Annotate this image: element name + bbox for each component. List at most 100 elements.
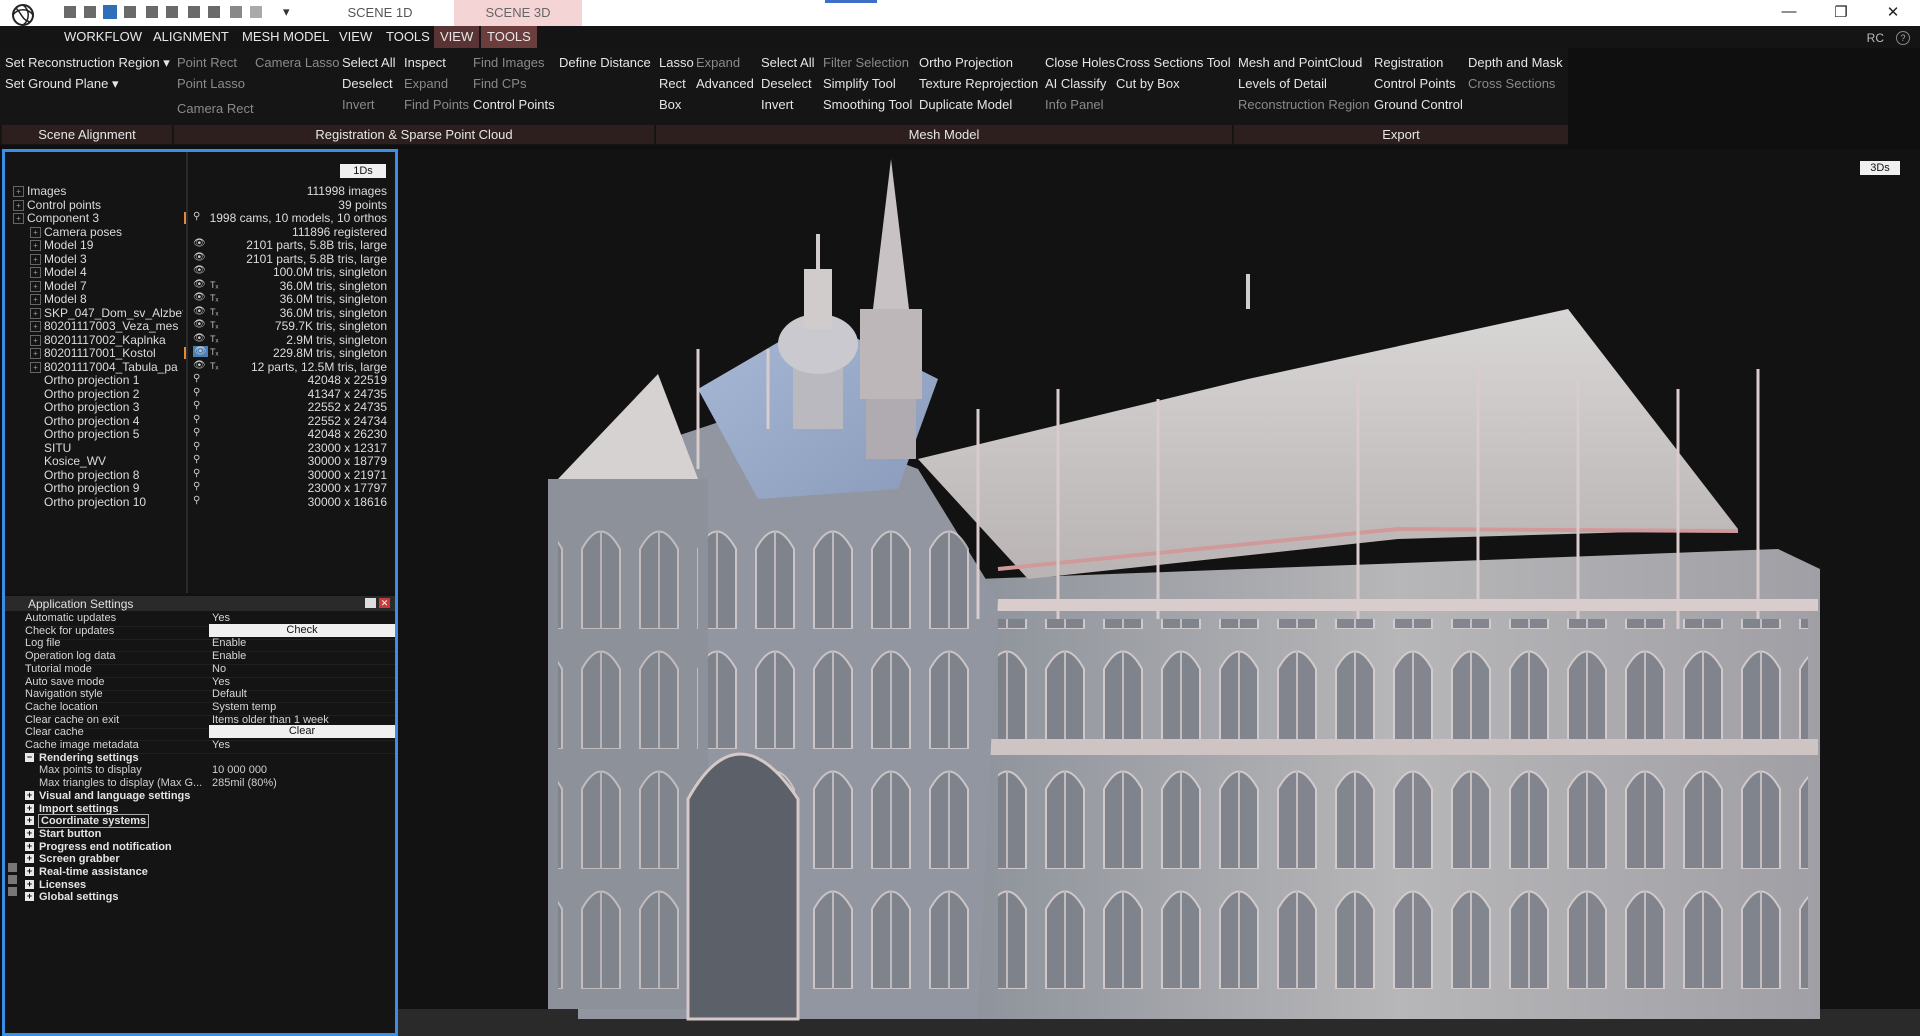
pin-icon[interactable]: ⚲: [193, 481, 200, 492]
mesh-and-pointcloud-button[interactable]: Mesh and PointCloud: [1238, 55, 1362, 70]
expand-button[interactable]: Expand: [404, 76, 448, 91]
menu-tools-contextual[interactable]: TOOLS: [481, 26, 537, 48]
camera-rect-button[interactable]: Camera Rect: [177, 101, 254, 116]
expand-icon[interactable]: +: [25, 828, 34, 838]
levels-of-detail-button[interactable]: Levels of Detail: [1238, 76, 1327, 91]
expand-toggle-icon[interactable]: +: [13, 213, 24, 224]
deselect-button[interactable]: Deselect: [342, 76, 393, 91]
setting-value[interactable]: Default: [212, 688, 247, 700]
expand-icon[interactable]: +: [25, 854, 34, 864]
ortho-projection-button[interactable]: Ortho Projection: [919, 55, 1013, 70]
reconstruction-region-button[interactable]: Reconstruction Region: [1238, 97, 1370, 112]
setting-action-button[interactable]: Check: [209, 623, 395, 637]
menu-workflow[interactable]: WORKFLOW: [64, 29, 142, 44]
app-logo-icon[interactable]: [8, 2, 38, 28]
setting-value[interactable]: System temp: [212, 701, 276, 713]
expand-toggle-icon[interactable]: +: [13, 186, 24, 197]
expand-toggle-icon[interactable]: +: [30, 307, 41, 319]
pin-icon[interactable]: ⚲: [193, 400, 200, 411]
camera-lasso-button[interactable]: Camera Lasso: [255, 55, 340, 70]
find-points-button[interactable]: Find Points: [404, 97, 469, 112]
advanced-button[interactable]: Advanced: [696, 76, 754, 91]
setting-value[interactable]: Yes: [212, 739, 230, 751]
maximize-button[interactable]: ❐: [1816, 3, 1866, 21]
expand-toggle-icon[interactable]: +: [30, 361, 41, 373]
setting-value[interactable]: 285mil (80%): [212, 777, 277, 789]
quick-access-dropdown[interactable]: ▾: [283, 4, 290, 20]
layout-6-icon[interactable]: [166, 6, 178, 18]
expand-icon[interactable]: +: [25, 892, 34, 902]
tab-scene-1d[interactable]: SCENE 1D: [306, 0, 454, 26]
set-ground-plane-button[interactable]: Set Ground Plane ▾: [5, 76, 119, 92]
simplify-tool-button[interactable]: Simplify Tool: [823, 76, 896, 91]
pin-icon[interactable]: ⚲: [193, 495, 200, 506]
expand-icon[interactable]: +: [25, 841, 34, 851]
expand-toggle-icon[interactable]: +: [30, 321, 41, 332]
tab-1ds[interactable]: 1Ds: [340, 164, 386, 178]
menu-mesh-model[interactable]: MESH MODEL: [242, 29, 329, 44]
pin-icon[interactable]: ⚲: [193, 441, 200, 452]
expand-toggle-icon[interactable]: +: [30, 240, 41, 251]
layout-7-icon[interactable]: [188, 6, 200, 18]
find-cps-button[interactable]: Find CPs: [473, 76, 526, 91]
minimize-button[interactable]: —: [1764, 3, 1814, 20]
cross-sections-button[interactable]: Cross Sections: [1468, 76, 1555, 91]
expand-icon[interactable]: +: [25, 803, 34, 813]
ai-classify-button[interactable]: AI Classify: [1045, 76, 1106, 91]
expand-toggle-icon[interactable]: +: [30, 267, 41, 278]
collapse-icon[interactable]: −: [25, 752, 34, 762]
duplicate-model-button[interactable]: Duplicate Model: [919, 97, 1012, 112]
viewport-3d[interactable]: 3Ds: [398, 149, 1920, 1036]
expand-toggle-icon[interactable]: +: [30, 253, 41, 265]
menu-tools[interactable]: TOOLS: [386, 29, 430, 44]
rect-button[interactable]: Rect: [659, 76, 686, 91]
layout-3-icon[interactable]: [103, 5, 117, 19]
point-rect-button[interactable]: Point Rect: [177, 55, 237, 70]
expand-toggle-icon[interactable]: +: [30, 294, 41, 305]
setting-value[interactable]: Enable: [212, 637, 246, 649]
undo-icon[interactable]: [230, 6, 242, 18]
registration-button[interactable]: Registration: [1374, 55, 1443, 70]
select-all-button[interactable]: Select All: [342, 55, 395, 70]
expand-icon[interactable]: +: [25, 816, 34, 826]
close-panel-icon[interactable]: ✕: [379, 598, 390, 608]
find-images-button[interactable]: Find Images: [473, 55, 545, 70]
close-button[interactable]: ✕: [1868, 3, 1918, 21]
eye-icon[interactable]: 👁: [193, 279, 206, 290]
layout-2-icon[interactable]: [84, 6, 96, 18]
pin-icon[interactable]: ⚲: [193, 373, 200, 384]
help-icon[interactable]: ?: [1896, 31, 1910, 45]
expand-mesh-button[interactable]: Expand: [696, 55, 740, 70]
invert-button[interactable]: Invert: [342, 97, 375, 112]
eye-icon[interactable]: 👁: [193, 292, 206, 303]
menu-view-contextual[interactable]: VIEW: [434, 26, 480, 48]
menu-alignment[interactable]: ALIGNMENT: [153, 29, 229, 44]
eye-icon[interactable]: 👁: [193, 252, 206, 263]
define-distance-button[interactable]: Define Distance: [559, 55, 651, 70]
eye-icon[interactable]: 👁: [193, 346, 208, 357]
tree-row[interactable]: Ortho projection 10 ⚲ 30000 x 18616: [5, 494, 395, 510]
sort-icon[interactable]: [8, 863, 17, 872]
redo-icon[interactable]: [250, 6, 262, 18]
depth-and-mask-button[interactable]: Depth and Mask: [1468, 55, 1563, 70]
expand-icon[interactable]: +: [25, 790, 34, 800]
setting-value[interactable]: Enable: [212, 650, 246, 662]
export-control-points-button[interactable]: Control Points: [1374, 76, 1456, 91]
pin-icon[interactable]: ⚲: [193, 454, 200, 465]
lasso-button[interactable]: Lasso: [659, 55, 694, 70]
filter-icon[interactable]: [8, 875, 17, 884]
cut-by-box-button[interactable]: Cut by Box: [1116, 76, 1180, 91]
cathedral-model[interactable]: [398, 149, 1920, 1036]
pin-icon[interactable]: ⚲: [193, 414, 200, 425]
eye-icon[interactable]: 👁: [193, 319, 206, 330]
pin-icon[interactable]: ⚲: [193, 468, 200, 479]
filter-selection-button[interactable]: Filter Selection: [823, 55, 909, 70]
eye-icon[interactable]: 👁: [193, 306, 206, 317]
control-points-button[interactable]: Control Points: [473, 97, 555, 112]
layout-1-icon[interactable]: [64, 6, 76, 18]
setting-value[interactable]: 10 000 000: [212, 764, 267, 776]
pin-icon[interactable]: ⚲: [193, 427, 200, 438]
pin-icon[interactable]: ⚲: [193, 387, 200, 398]
expand-toggle-icon[interactable]: +: [30, 334, 41, 346]
eye-icon[interactable]: 👁: [193, 265, 206, 276]
